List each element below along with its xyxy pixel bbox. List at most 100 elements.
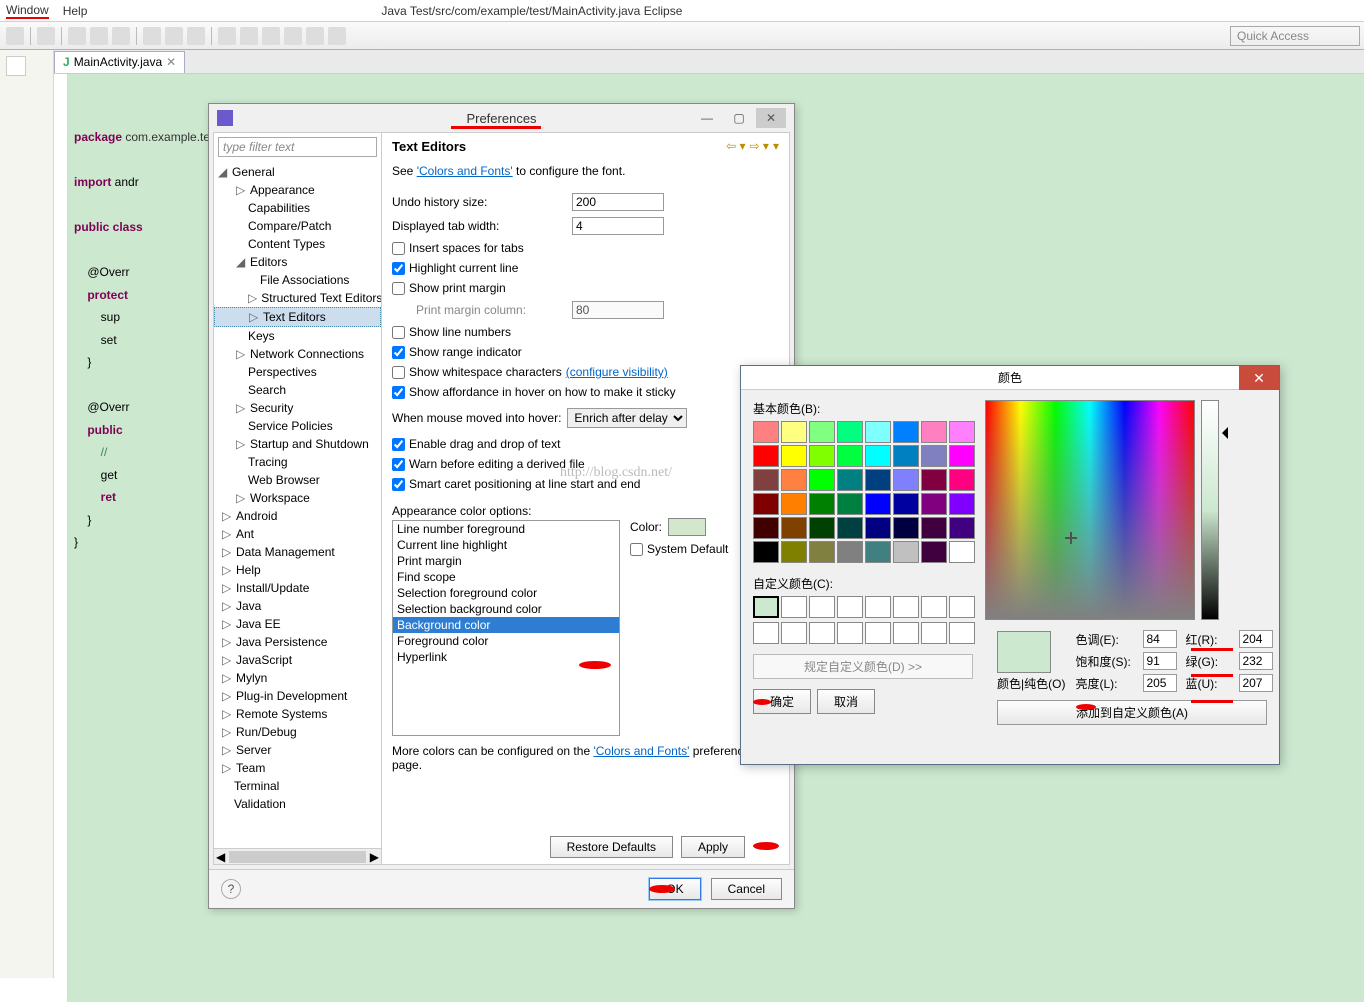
define-custom-button[interactable]: 规定自定义颜色(D) >>	[753, 654, 973, 679]
lum-input[interactable]	[1143, 674, 1177, 692]
insert-spaces-check[interactable]	[392, 242, 405, 255]
palette-cell[interactable]	[949, 445, 975, 467]
linenum-check[interactable]	[392, 326, 405, 339]
palette-cell[interactable]	[837, 469, 863, 491]
view-icon[interactable]	[6, 56, 26, 76]
tb-icon[interactable]	[143, 27, 161, 45]
color-gradient[interactable]	[985, 400, 1195, 620]
tb-icon[interactable]	[187, 27, 205, 45]
color-swatch-button[interactable]	[668, 518, 706, 536]
palette-cell[interactable]	[781, 445, 807, 467]
palette-cell[interactable]	[865, 469, 891, 491]
palette-cell[interactable]	[837, 541, 863, 563]
color-close-button[interactable]: ✕	[1239, 366, 1279, 390]
undo-input[interactable]	[572, 193, 664, 211]
palette-cell[interactable]	[781, 493, 807, 515]
palette-cell[interactable]	[753, 421, 779, 443]
cancel-button[interactable]: Cancel	[711, 878, 782, 900]
custom-palette-2[interactable]	[753, 622, 975, 644]
restore-defaults-button[interactable]: Restore Defaults	[550, 836, 673, 858]
pref-tree[interactable]: ◢General ▷Appearance Capabilities Compar…	[214, 161, 381, 848]
color-option[interactable]: Current line highlight	[393, 537, 619, 553]
tb-icon[interactable]	[37, 27, 55, 45]
tb-icon[interactable]	[165, 27, 183, 45]
palette-cell[interactable]	[921, 493, 947, 515]
tb-icon[interactable]	[218, 27, 236, 45]
palette-cell[interactable]	[921, 469, 947, 491]
basic-palette[interactable]	[753, 421, 975, 563]
palette-cell[interactable]	[893, 421, 919, 443]
palette-cell[interactable]	[949, 541, 975, 563]
menu-window[interactable]: Window	[6, 3, 49, 19]
color-option[interactable]: Foreground color	[393, 633, 619, 649]
green-input[interactable]	[1239, 652, 1273, 670]
highlight-line-check[interactable]	[392, 262, 405, 275]
palette-cell[interactable]	[753, 445, 779, 467]
palette-cell[interactable]	[837, 445, 863, 467]
nav-history[interactable]: ⇦ ▾⇨ ▾▾	[726, 139, 779, 153]
close-button[interactable]: ✕	[756, 108, 786, 128]
palette-cell[interactable]	[753, 493, 779, 515]
palette-cell[interactable]	[809, 517, 835, 539]
tb-icon[interactable]	[6, 27, 24, 45]
palette-cell[interactable]	[893, 493, 919, 515]
palette-cell[interactable]	[837, 421, 863, 443]
whitespace-check[interactable]	[392, 366, 405, 379]
palette-cell[interactable]	[921, 517, 947, 539]
color-options-list[interactable]: Line number foregroundCurrent line highl…	[392, 520, 620, 736]
color-cancel-button[interactable]: 取消	[817, 689, 875, 714]
palette-cell[interactable]	[949, 493, 975, 515]
tb-icon[interactable]	[306, 27, 324, 45]
color-option[interactable]: Background color	[393, 617, 619, 633]
menu-help[interactable]: Help	[63, 4, 88, 18]
sat-input[interactable]	[1143, 652, 1177, 670]
smart-caret-check[interactable]	[392, 478, 405, 491]
palette-cell[interactable]	[753, 541, 779, 563]
conf-vis-link[interactable]: (configure visibility)	[566, 365, 668, 379]
tb-icon[interactable]	[112, 27, 130, 45]
palette-cell[interactable]	[809, 469, 835, 491]
red-input[interactable]	[1239, 630, 1273, 648]
palette-cell[interactable]	[949, 469, 975, 491]
palette-cell[interactable]	[893, 517, 919, 539]
palette-cell[interactable]	[781, 469, 807, 491]
editor-tab[interactable]: J MainActivity.java ✕	[54, 51, 185, 73]
close-icon[interactable]: ✕	[166, 55, 176, 69]
maximize-button[interactable]: ▢	[724, 108, 754, 128]
tb-icon[interactable]	[240, 27, 258, 45]
tabw-input[interactable]	[572, 217, 664, 235]
color-option[interactable]: Selection background color	[393, 601, 619, 617]
add-custom-button[interactable]: 添加到自定义颜色(A)	[997, 700, 1267, 725]
palette-cell[interactable]	[837, 517, 863, 539]
palette-cell[interactable]	[753, 517, 779, 539]
palette-cell[interactable]	[949, 517, 975, 539]
palette-cell[interactable]	[921, 541, 947, 563]
tb-icon[interactable]	[68, 27, 86, 45]
palette-cell[interactable]	[809, 541, 835, 563]
blue-input[interactable]	[1239, 674, 1273, 692]
custom-palette[interactable]	[753, 596, 975, 618]
palette-cell[interactable]	[865, 445, 891, 467]
colors-fonts-link[interactable]: 'Colors and Fonts'	[417, 164, 513, 178]
palette-cell[interactable]	[837, 493, 863, 515]
color-option[interactable]: Print margin	[393, 553, 619, 569]
palette-cell[interactable]	[921, 445, 947, 467]
colors-fonts-link-2[interactable]: 'Colors and Fonts'	[593, 744, 689, 758]
palette-cell[interactable]	[781, 517, 807, 539]
palette-cell[interactable]	[865, 517, 891, 539]
palette-cell[interactable]	[865, 421, 891, 443]
palette-cell[interactable]	[893, 445, 919, 467]
tree-scrollbar[interactable]: ◀▶	[214, 848, 381, 864]
hue-input[interactable]	[1143, 630, 1177, 648]
palette-cell[interactable]	[893, 541, 919, 563]
palette-cell[interactable]	[865, 493, 891, 515]
range-check[interactable]	[392, 346, 405, 359]
palette-cell[interactable]	[865, 541, 891, 563]
palette-cell[interactable]	[893, 469, 919, 491]
dnd-check[interactable]	[392, 438, 405, 451]
tb-icon[interactable]	[262, 27, 280, 45]
show-margin-check[interactable]	[392, 282, 405, 295]
palette-cell[interactable]	[753, 469, 779, 491]
palette-cell[interactable]	[949, 421, 975, 443]
palette-cell[interactable]	[921, 421, 947, 443]
